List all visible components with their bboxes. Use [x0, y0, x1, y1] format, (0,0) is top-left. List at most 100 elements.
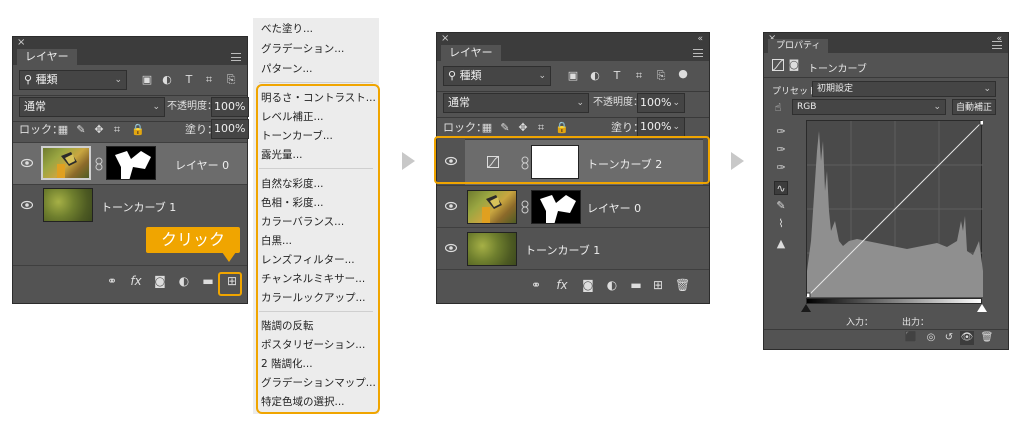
click-callout: クリック: [146, 227, 240, 253]
filter-smart-object-icon[interactable]: ⎘: [655, 70, 667, 82]
opacity-field[interactable]: 100%: [211, 97, 249, 117]
visibility-icon[interactable]: 👁: [960, 331, 974, 345]
new-layer-icon[interactable]: ⊞: [651, 278, 665, 292]
menu-item-solid-color[interactable]: べた塗り...: [261, 22, 313, 36]
link-layers-icon[interactable]: ⚭: [529, 278, 543, 292]
filter-image-icon[interactable]: ▣: [141, 74, 153, 86]
link-layers-icon[interactable]: ⚭: [105, 274, 119, 288]
lock-brush-icon[interactable]: ✎: [75, 124, 87, 136]
white-eyedropper-icon[interactable]: ✑: [774, 161, 788, 175]
curves-adjustment-icon[interactable]: [772, 59, 784, 71]
layers-bottom-toolbar: ⚭ fx ◙ ◐ ▬ ⊞ 🗑: [437, 269, 709, 299]
eye-icon[interactable]: [21, 200, 33, 210]
blend-mode-dropdown[interactable]: 通常 ⌄: [443, 93, 589, 113]
menu-item-pattern[interactable]: パターン...: [261, 62, 313, 76]
filter-type-icon[interactable]: T: [183, 74, 195, 86]
layer-row-curves1[interactable]: トーンカーブ 1: [437, 227, 709, 269]
auto-button[interactable]: 自動補正: [952, 99, 996, 115]
black-point-slider[interactable]: [801, 304, 811, 312]
filter-shape-icon[interactable]: ⌗: [633, 70, 645, 82]
layer-filter-dropdown[interactable]: ⚲ 種類 ⌄: [19, 70, 127, 90]
black-eyedropper-icon[interactable]: ✑: [774, 125, 788, 139]
adjustment-layer-icon[interactable]: ◐: [177, 274, 191, 288]
link-icon[interactable]: [521, 200, 529, 214]
smooth-icon[interactable]: ⌇: [774, 217, 788, 231]
panel-menu-icon[interactable]: [231, 53, 241, 61]
curve-point-icon[interactable]: ∿: [774, 181, 788, 195]
clipping-warning-icon[interactable]: ▲: [774, 237, 788, 251]
layer-row-layer0[interactable]: レイヤー 0: [13, 142, 247, 184]
channel-dropdown[interactable]: RGB ⌄: [792, 99, 946, 115]
tab-layers[interactable]: レイヤー: [441, 45, 501, 61]
preset-value: 初期設定: [817, 84, 854, 94]
filter-adjustment-icon[interactable]: ◐: [589, 70, 601, 82]
lock-artboard-icon[interactable]: ⌗: [535, 122, 547, 134]
target-adjust-icon[interactable]: ☝: [772, 102, 784, 114]
lock-move-icon[interactable]: ✥: [93, 124, 105, 136]
folder-icon[interactable]: ▬: [201, 274, 215, 288]
fill-field[interactable]: 100%: [211, 119, 249, 139]
search-icon: ⚲: [24, 73, 33, 86]
trash-icon[interactable]: 🗑: [980, 331, 994, 345]
close-icon[interactable]: ×: [441, 33, 449, 45]
lock-artboard-icon[interactable]: ⌗: [111, 124, 123, 136]
mask-icon[interactable]: ◙: [788, 59, 800, 71]
filter-toggle-icon[interactable]: ●: [677, 68, 689, 80]
adjustment-layer-icon[interactable]: ◐: [605, 278, 619, 292]
layer-filter-dropdown[interactable]: ⚲ 種類 ⌄: [443, 66, 551, 86]
view-previous-icon[interactable]: ◎: [924, 331, 938, 345]
filter-value: 種類: [35, 73, 58, 86]
link-icon[interactable]: [95, 157, 103, 171]
new-curves-layer-highlight: [434, 136, 710, 184]
add-mask-icon[interactable]: ◙: [581, 278, 595, 292]
chevron-down-icon: ⌄: [672, 98, 680, 108]
lock-transparent-icon[interactable]: ▦: [57, 124, 69, 136]
fx-icon[interactable]: fx: [555, 278, 569, 292]
lock-transparent-icon[interactable]: ▦: [481, 122, 493, 134]
tab-layers[interactable]: レイヤー: [17, 49, 77, 65]
layer-row-curves1[interactable]: トーンカーブ 1: [13, 184, 247, 226]
new-layer-highlight: [218, 272, 242, 296]
clip-to-layer-icon[interactable]: ⬛: [904, 331, 918, 345]
eye-icon[interactable]: [21, 158, 33, 168]
opacity-label: 不透明度：: [593, 97, 643, 108]
gray-eyedropper-icon[interactable]: ✑: [774, 143, 788, 157]
tab-properties[interactable]: プロパティ: [768, 39, 829, 53]
next-step-arrow: [402, 152, 415, 170]
preset-dropdown[interactable]: 初期設定 ⌄: [812, 81, 996, 97]
panel-menu-icon[interactable]: [992, 41, 1002, 49]
lock-brush-icon[interactable]: ✎: [499, 122, 511, 134]
lock-all-icon[interactable]: 🔒: [131, 124, 145, 136]
close-icon[interactable]: ×: [17, 37, 25, 49]
opacity-value: 100%: [214, 100, 246, 113]
eye-icon[interactable]: [445, 243, 457, 253]
filter-type-icon[interactable]: T: [611, 70, 623, 82]
reset-icon[interactable]: ↺: [942, 331, 956, 345]
panel-menu-icon[interactable]: [693, 49, 703, 57]
panel-titlebar: × レイヤー: [13, 37, 247, 65]
eye-icon[interactable]: [445, 201, 457, 211]
pencil-icon[interactable]: ✎: [774, 199, 788, 213]
filter-shape-icon[interactable]: ⌗: [203, 74, 215, 86]
layer-mask-thumbnail: [106, 146, 156, 180]
menu-item-gradient[interactable]: グラデーション...: [261, 42, 344, 56]
lock-move-icon[interactable]: ✥: [517, 122, 529, 134]
collapse-icon[interactable]: «: [697, 34, 703, 44]
trash-icon[interactable]: 🗑: [675, 278, 690, 292]
white-point-slider[interactable]: [977, 304, 987, 312]
opacity-field[interactable]: 100% ⌄: [637, 93, 685, 113]
layer-row-layer0[interactable]: レイヤー 0: [437, 185, 709, 227]
layer-thumbnail: [467, 232, 517, 266]
filter-image-icon[interactable]: ▣: [567, 70, 579, 82]
fx-icon[interactable]: fx: [129, 274, 143, 288]
tonal-range-slider[interactable]: [806, 298, 982, 304]
filter-adjustment-icon[interactable]: ◐: [161, 74, 173, 86]
layer-thumbnail: [41, 146, 91, 180]
curves-graph[interactable]: [804, 119, 986, 299]
blend-mode-dropdown[interactable]: 通常 ⌄: [19, 97, 165, 117]
filter-smart-object-icon[interactable]: ⎘: [225, 74, 237, 86]
fill-field[interactable]: 100% ⌄: [637, 117, 685, 137]
lock-all-icon[interactable]: 🔒: [555, 122, 569, 134]
folder-icon[interactable]: ▬: [629, 278, 643, 292]
add-mask-icon[interactable]: ◙: [153, 274, 167, 288]
